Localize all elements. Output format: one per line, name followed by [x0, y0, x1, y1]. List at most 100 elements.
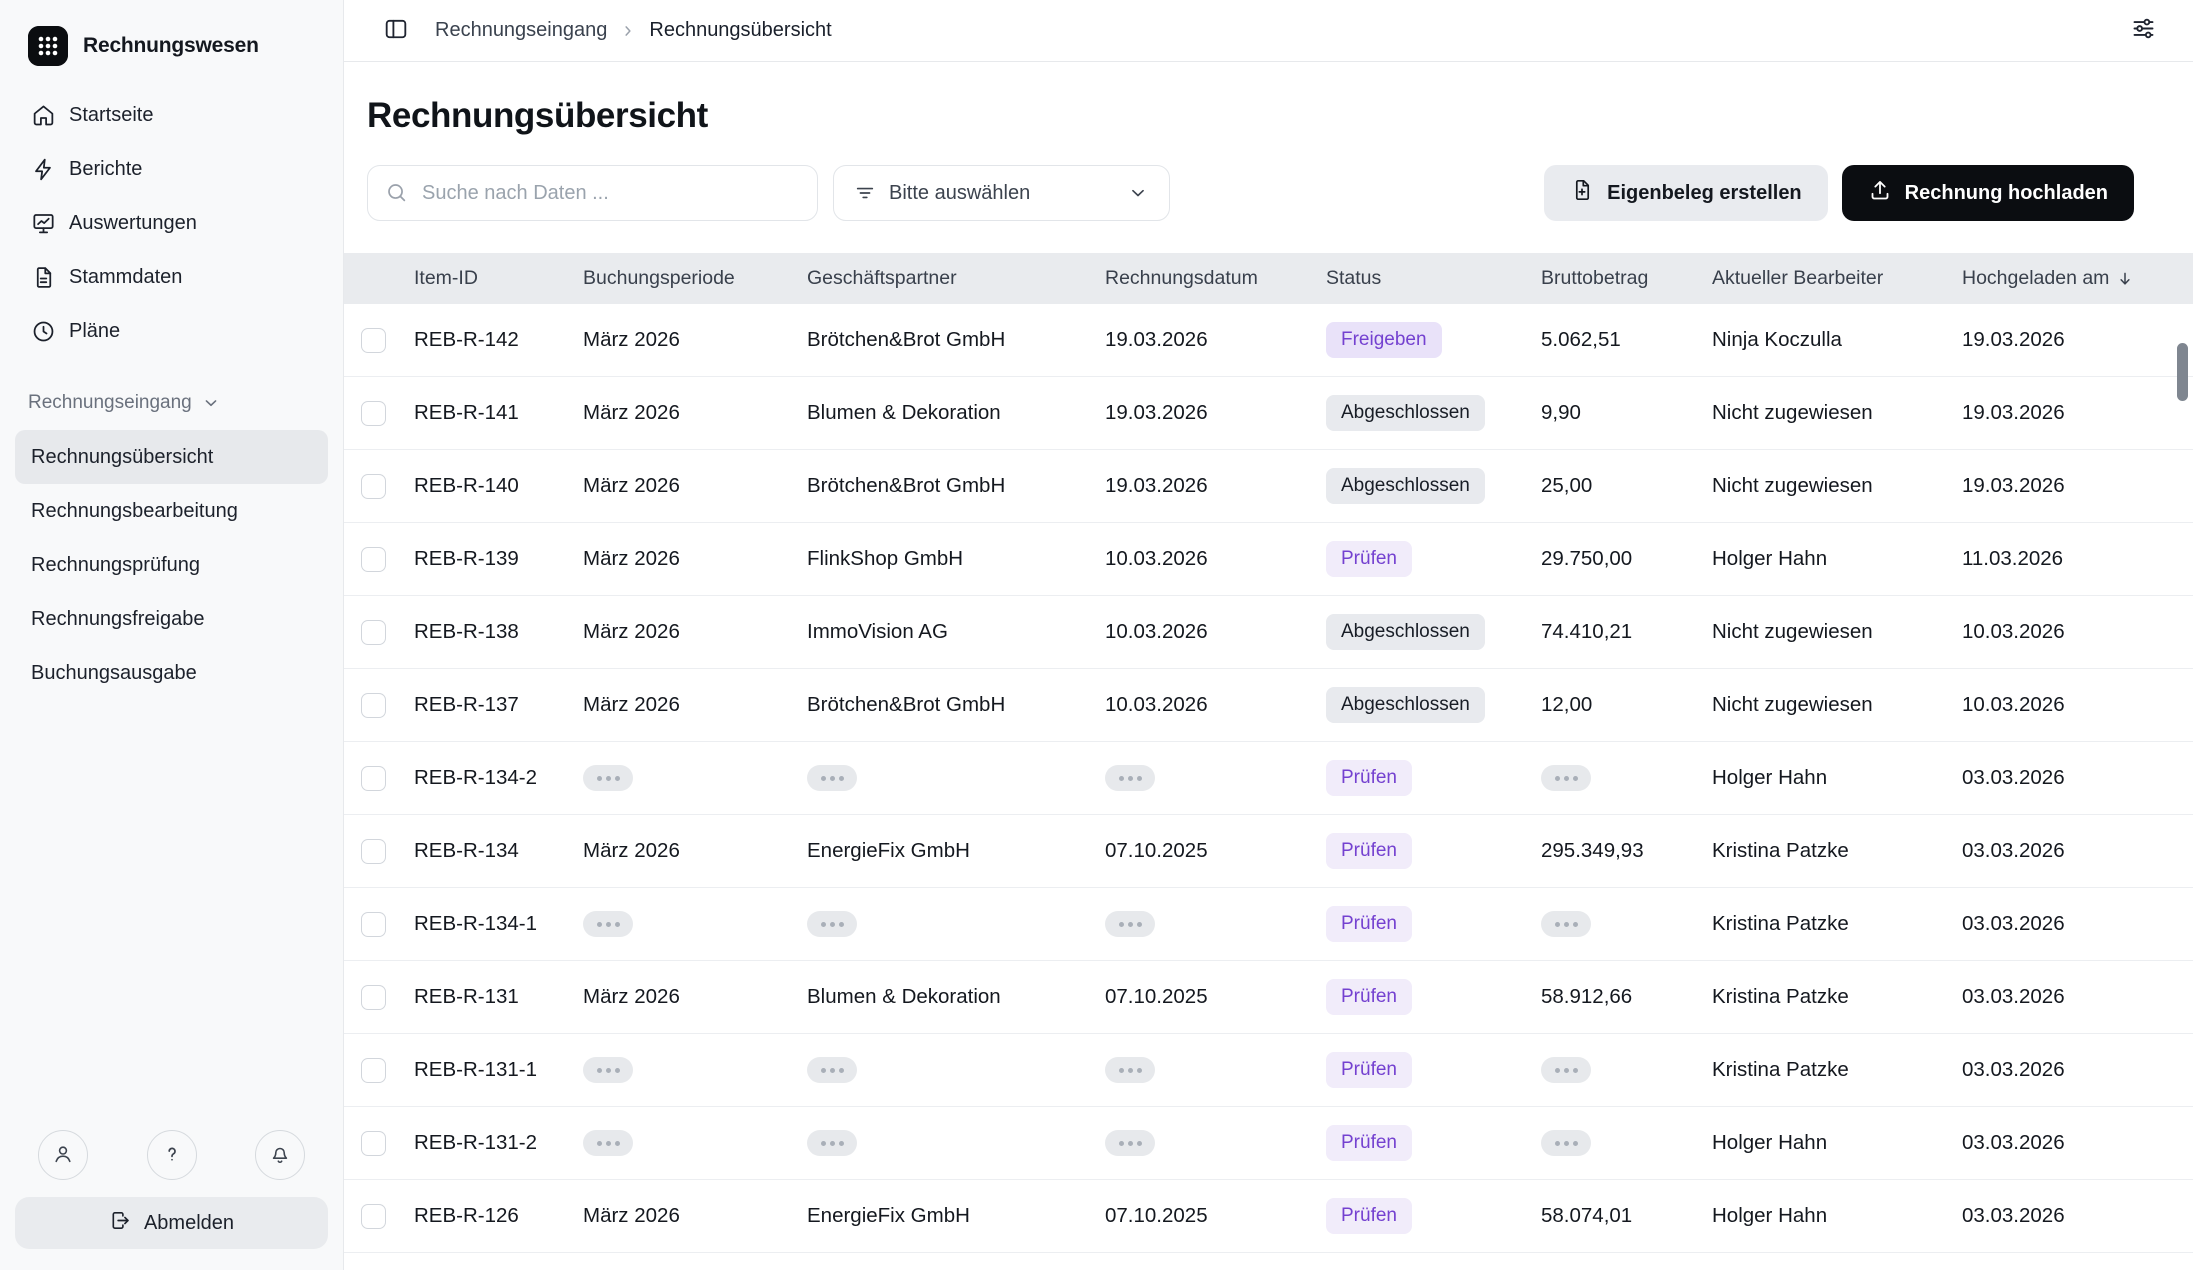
table-row[interactable]: REB-R-137 März 2026 Brötchen&Brot GmbH 1… — [344, 669, 2193, 742]
cell-bruttobetrag — [1541, 911, 1712, 937]
table-row[interactable]: REB-R-139 März 2026 FlinkShop GmbH 10.03… — [344, 523, 2193, 596]
row-checkbox[interactable] — [361, 547, 386, 572]
search-input[interactable] — [367, 165, 818, 221]
document-icon — [31, 265, 56, 290]
cell-item-id: REB-R-137 — [414, 693, 583, 717]
sidebar-item-auswertungen[interactable]: Auswertungen — [15, 196, 328, 250]
column-header-item-id[interactable]: Item-ID — [414, 267, 583, 290]
cell-hochgeladen-am: 19.03.2026 — [1962, 328, 2193, 352]
cell-bruttobetrag: 12,00 — [1541, 693, 1712, 717]
cell-buchungsperiode: März 2026 — [583, 474, 807, 498]
row-checkbox[interactable] — [361, 1131, 386, 1156]
sidebar-toggle-button[interactable] — [383, 16, 409, 45]
loading-placeholder — [807, 911, 857, 937]
sidebar-item-rechnungsuebersicht[interactable]: Rechnungsübersicht — [15, 430, 328, 484]
cell-bruttobetrag: 295.349,93 — [1541, 839, 1712, 863]
table-row[interactable]: REB-R-134 März 2026 EnergieFix GmbH 07.1… — [344, 815, 2193, 888]
column-header-buchungsperiode[interactable]: Buchungsperiode — [583, 267, 807, 290]
filter-select[interactable]: Bitte auswählen — [833, 165, 1170, 221]
status-badge: Prüfen — [1326, 833, 1412, 869]
breadcrumb-item-rechnungseingang[interactable]: Rechnungseingang — [435, 19, 607, 42]
help-button[interactable] — [147, 1130, 197, 1180]
cell-status: Prüfen — [1326, 979, 1541, 1015]
cell-item-id: REB-R-142 — [414, 328, 583, 352]
cell-rechnungsdatum — [1105, 911, 1326, 937]
sidebar-item-plaene[interactable]: Pläne — [15, 304, 328, 358]
row-checkbox[interactable] — [361, 620, 386, 645]
notifications-button[interactable] — [255, 1130, 305, 1180]
page-title: Rechnungsübersicht — [367, 95, 2134, 137]
row-checkbox[interactable] — [361, 693, 386, 718]
app-logo-row: Rechnungswesen — [15, 0, 328, 88]
table-row[interactable]: REB-R-141 März 2026 Blumen & Dekoration … — [344, 377, 2193, 450]
cell-item-id: REB-R-134-2 — [414, 766, 583, 790]
sidebar-section-rechnungseingang[interactable]: Rechnungseingang — [15, 376, 328, 430]
column-header-bruttobetrag[interactable]: Bruttobetrag — [1541, 267, 1712, 290]
create-receipt-button[interactable]: Eigenbeleg erstellen — [1544, 165, 1828, 221]
row-checkbox[interactable] — [361, 401, 386, 426]
column-header-aktueller-bearbeiter[interactable]: Aktueller Bearbeiter — [1712, 267, 1962, 290]
sidebar-item-buchungsausgabe[interactable]: Buchungsausgabe — [15, 646, 328, 700]
sidebar-item-rechnungsbearbeitung[interactable]: Rechnungsbearbeitung — [15, 484, 328, 538]
cell-item-id: REB-R-134 — [414, 839, 583, 863]
logout-button[interactable]: Abmelden — [15, 1197, 328, 1249]
row-checkbox[interactable] — [361, 1058, 386, 1083]
column-header-status[interactable]: Status — [1326, 267, 1541, 290]
loading-placeholder — [1541, 765, 1591, 791]
loading-placeholder — [807, 1130, 857, 1156]
column-label: Item-ID — [414, 267, 478, 290]
sidebar-item-startseite[interactable]: Startseite — [15, 88, 328, 142]
row-checkbox[interactable] — [361, 1204, 386, 1229]
row-checkbox[interactable] — [361, 766, 386, 791]
search-box — [367, 165, 818, 221]
cell-status: Prüfen — [1326, 541, 1541, 577]
cell-status: Abgeschlossen — [1326, 395, 1541, 431]
cell-hochgeladen-am: 10.03.2026 — [1962, 620, 2193, 644]
cell-status: Prüfen — [1326, 760, 1541, 796]
column-header-hochgeladen-am[interactable]: Hochgeladen am — [1962, 267, 2193, 290]
cell-rechnungsdatum: 07.10.2025 — [1105, 1204, 1326, 1228]
scrollbar-thumb[interactable] — [2177, 343, 2188, 401]
cell-buchungsperiode: März 2026 — [583, 1204, 807, 1228]
table-row[interactable]: REB-R-134-2 Prüfen Holger Hahn 03.03.202… — [344, 742, 2193, 815]
table-row[interactable]: REB-R-131 März 2026 Blumen & Dekoration … — [344, 961, 2193, 1034]
upload-invoice-button[interactable]: Rechnung hochladen — [1842, 165, 2134, 221]
account-button[interactable] — [38, 1130, 88, 1180]
table-row[interactable]: REB-R-126 März 2026 EnergieFix GmbH 07.1… — [344, 1180, 2193, 1253]
cell-bruttobetrag: 29.750,00 — [1541, 547, 1712, 571]
table-row[interactable]: REB-R-131-2 Prüfen Holger Hahn 03.03.202… — [344, 1107, 2193, 1180]
sidebar-item-stammdaten[interactable]: Stammdaten — [15, 250, 328, 304]
row-checkbox[interactable] — [361, 912, 386, 937]
table-row[interactable]: REB-R-138 März 2026 ImmoVision AG 10.03.… — [344, 596, 2193, 669]
table-row[interactable]: REB-R-134-1 Prüfen Kristina Patzke 03.03… — [344, 888, 2193, 961]
cell-bruttobetrag — [1541, 765, 1712, 791]
column-label: Geschäftspartner — [807, 267, 957, 290]
table-row[interactable]: REB-R-142 März 2026 Brötchen&Brot GmbH 1… — [344, 304, 2193, 377]
row-checkbox[interactable] — [361, 328, 386, 353]
cell-status: Prüfen — [1326, 1052, 1541, 1088]
app-title: Rechnungswesen — [83, 34, 259, 58]
cell-buchungsperiode — [583, 765, 807, 791]
cell-bruttobetrag: 74.410,21 — [1541, 620, 1712, 644]
cell-hochgeladen-am: 03.03.2026 — [1962, 985, 2193, 1009]
column-header-rechnungsdatum[interactable]: Rechnungsdatum — [1105, 267, 1326, 290]
subnav-item-label: Rechnungsbearbeitung — [31, 500, 238, 523]
invoice-table: Item-ID Buchungsperiode Geschäftspartner… — [344, 253, 2193, 1253]
row-checkbox[interactable] — [361, 985, 386, 1010]
home-icon — [31, 103, 56, 128]
table-scrollbar[interactable] — [2177, 304, 2188, 1253]
table-row[interactable]: REB-R-131-1 Prüfen Kristina Patzke 03.03… — [344, 1034, 2193, 1107]
cell-geschaeftspartner: EnergieFix GmbH — [807, 839, 1105, 863]
sidebar-item-rechnungspruefung[interactable]: Rechnungsprüfung — [15, 538, 328, 592]
column-header-geschaeftspartner[interactable]: Geschäftspartner — [807, 267, 1105, 290]
checkbox-cell — [344, 473, 414, 498]
logout-label: Abmelden — [144, 1212, 234, 1235]
row-checkbox[interactable] — [361, 839, 386, 864]
chart-icon — [31, 211, 56, 236]
sidebar-item-berichte[interactable]: Berichte — [15, 142, 328, 196]
cell-geschaeftspartner: Blumen & Dekoration — [807, 985, 1105, 1009]
table-row[interactable]: REB-R-140 März 2026 Brötchen&Brot GmbH 1… — [344, 450, 2193, 523]
row-checkbox[interactable] — [361, 474, 386, 499]
sidebar-item-rechnungsfreigabe[interactable]: Rechnungsfreigabe — [15, 592, 328, 646]
view-settings-button[interactable] — [2130, 15, 2157, 45]
